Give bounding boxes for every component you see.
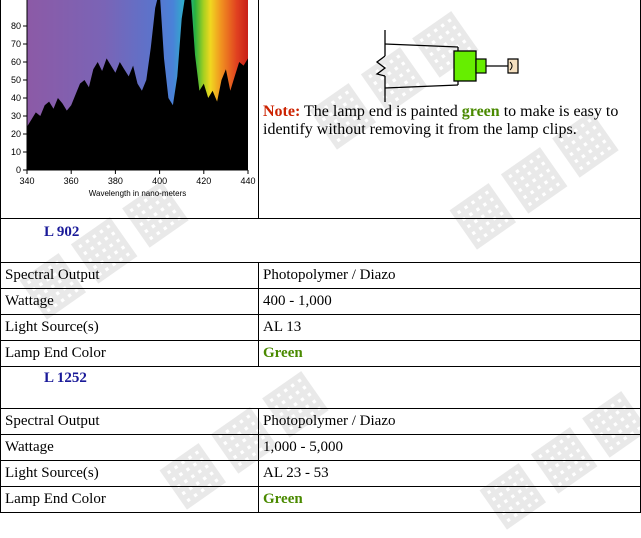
row-label: Spectral Output xyxy=(0,262,259,289)
table-row: Spectral Output Photopolymer / Diazo xyxy=(0,262,641,289)
x-tick-label: 400 xyxy=(152,176,167,186)
x-axis-label: Wavelength in nano-meters xyxy=(89,189,187,198)
lamp-clip-icon xyxy=(507,58,519,74)
y-tick-label: 80 xyxy=(11,21,21,31)
row-label: Light Source(s) xyxy=(0,314,259,341)
y-tick-label: 40 xyxy=(11,93,21,103)
lamp-end-diagram xyxy=(375,30,519,102)
spec-table-l902: Spectral Output Photopolymer / Diazo Wat… xyxy=(0,262,641,367)
y-tick-label: 50 xyxy=(11,75,21,85)
y-tick-label: 20 xyxy=(11,129,21,139)
x-tick-label: 420 xyxy=(196,176,211,186)
note-label: Note: xyxy=(263,103,301,120)
row-label: Light Source(s) xyxy=(0,460,259,487)
row-value: 1,000 - 5,000 xyxy=(258,434,641,461)
row-label: Spectral Output xyxy=(0,408,259,435)
row-value: AL 23 - 53 xyxy=(258,460,641,487)
table-row: Spectral Output Photopolymer / Diazo xyxy=(0,408,641,435)
lamp-end-pin-icon xyxy=(475,58,487,74)
x-tick-label: 360 xyxy=(64,176,79,186)
row-label: Lamp End Color xyxy=(0,340,259,367)
y-tick-label: 10 xyxy=(11,147,21,157)
table-row: Light Source(s) AL 13 xyxy=(0,314,641,341)
y-tick-label: 70 xyxy=(11,39,21,49)
row-value: Photopolymer / Diazo xyxy=(258,408,641,435)
lamp-end-cap-icon xyxy=(453,50,477,82)
note-text-before: The lamp end is painted xyxy=(300,103,462,120)
row-value: AL 13 xyxy=(258,314,641,341)
table-row: Wattage 1,000 - 5,000 xyxy=(0,434,641,461)
lamp-note: Note: The lamp end is painted green to m… xyxy=(263,103,633,139)
x-tick-label: 340 xyxy=(19,176,34,186)
section-title-l902: L 902 xyxy=(44,224,80,240)
section-title-l1252: L 1252 xyxy=(44,370,87,386)
x-tick-label: 380 xyxy=(108,176,123,186)
top-row-divider xyxy=(258,0,259,218)
table-row: Wattage 400 - 1,000 xyxy=(0,288,641,315)
table-row: Light Source(s) AL 23 - 53 xyxy=(0,460,641,487)
x-tick-label: 440 xyxy=(240,176,255,186)
row-label: Wattage xyxy=(0,434,259,461)
row-value: 400 - 1,000 xyxy=(258,288,641,315)
note-highlight: green xyxy=(461,103,500,120)
y-tick-label: 30 xyxy=(11,111,21,121)
spec-table-l1252: Spectral Output Photopolymer / Diazo Wat… xyxy=(0,408,641,513)
y-tick-label: 60 xyxy=(11,57,21,67)
spectral-output-chart: 340 360 380 400 420 440 0 10 20 30 40 50 60 70 80 Wav… xyxy=(11,0,256,198)
row-label: Wattage xyxy=(0,288,259,315)
y-tick-label: 0 xyxy=(16,165,21,175)
row-value-lamp-end-color: Green xyxy=(258,340,641,367)
table-row: Lamp End Color Green xyxy=(0,340,641,367)
row-value: Photopolymer / Diazo xyxy=(258,262,641,289)
lamp-tube-icon xyxy=(375,30,459,102)
